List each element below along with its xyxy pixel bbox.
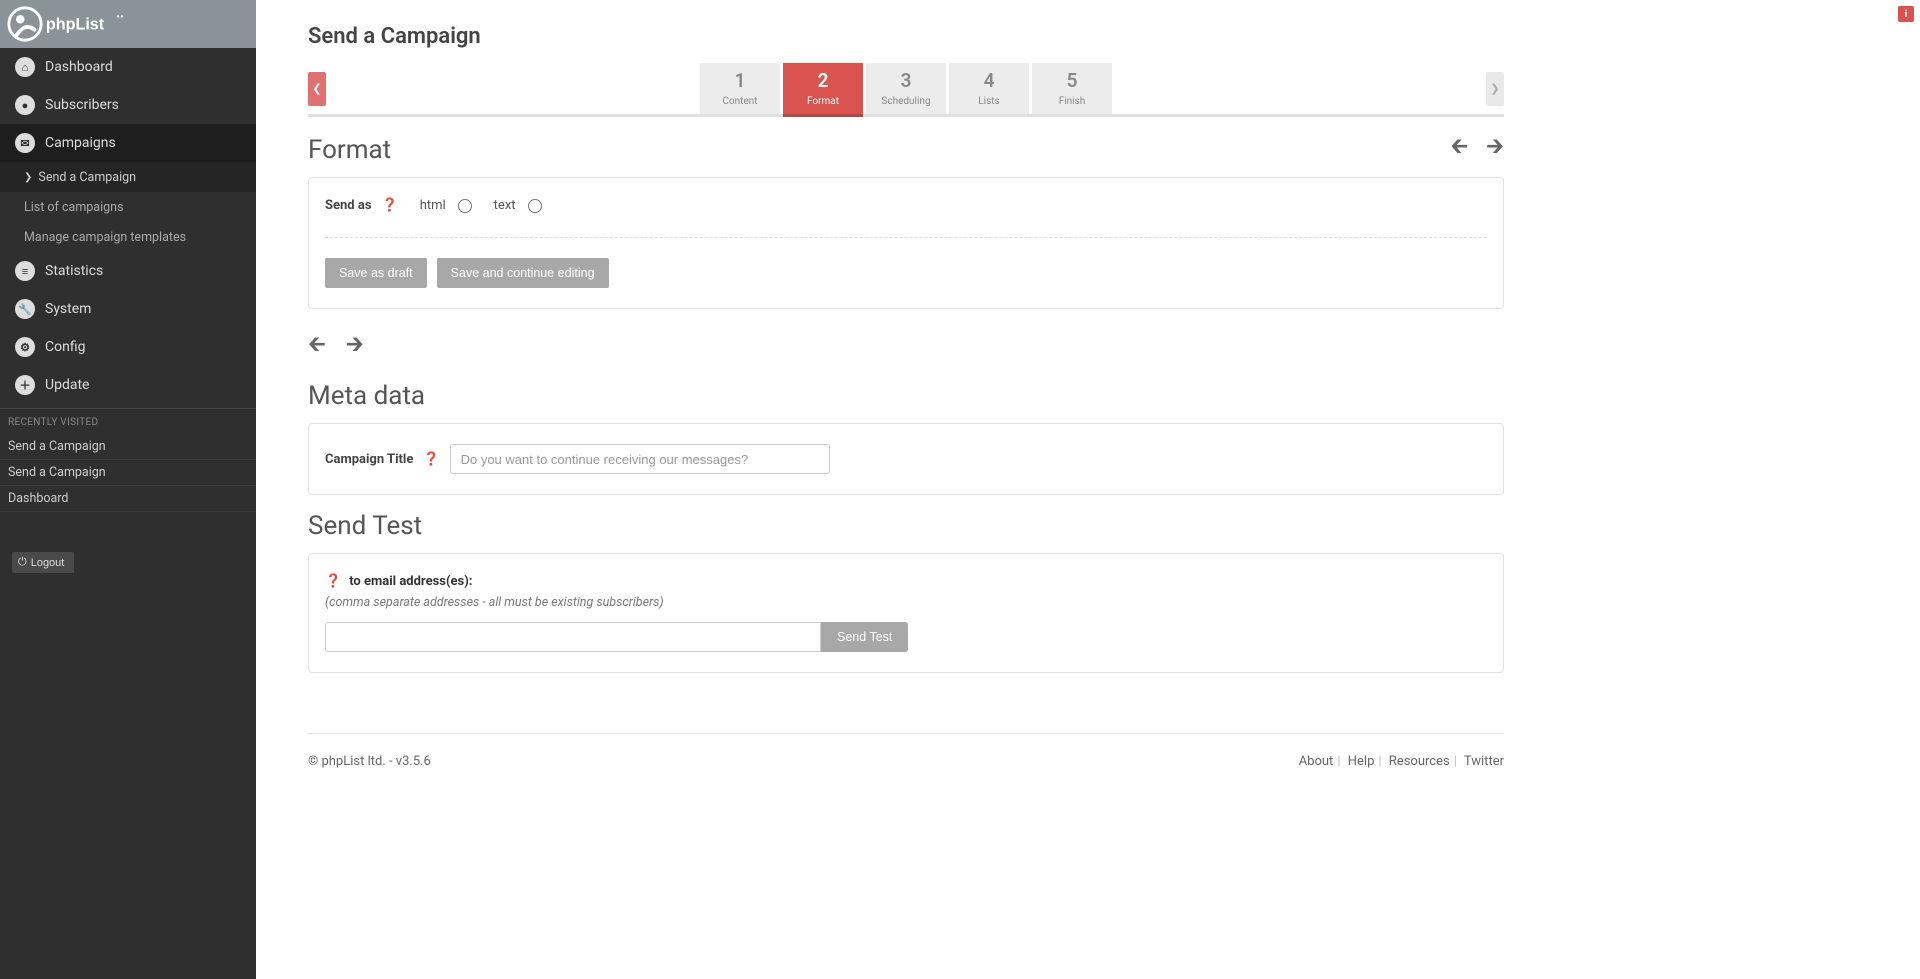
arrow-right-icon[interactable]: 🡲 — [346, 327, 364, 365]
help-icon[interactable]: ❓ — [325, 574, 341, 589]
recent-item[interactable]: Dashboard — [0, 486, 256, 512]
page-title: Send a Campaign — [308, 24, 1504, 49]
main-content: Send a Campaign ❮ 1 Content 2 Format 3 S… — [256, 0, 1536, 979]
arrow-left-icon[interactable]: 🡰 — [308, 327, 326, 365]
text-radio[interactable] — [528, 199, 542, 213]
sidebar-item-label: Dashboard — [45, 59, 113, 75]
recent-header: RECENTLY VISITED — [0, 408, 256, 434]
arrow-left-icon[interactable]: 🡰 — [1450, 129, 1468, 167]
steps-row: ❮ 1 Content 2 Format 3 Scheduling 4 List… — [308, 63, 1504, 117]
mail-icon: ✉ — [15, 133, 35, 153]
format-section-title: Format — [308, 135, 391, 165]
sidebar-item-system[interactable]: 🔧 System — [0, 290, 256, 328]
send-test-button[interactable]: Send Test — [821, 622, 908, 652]
sidebar-sub-send-campaign[interactable]: ❯ Send a Campaign — [0, 162, 256, 192]
sidebar-sub-manage-templates[interactable]: Manage campaign templates — [0, 222, 256, 252]
stats-icon: ≡ — [15, 261, 35, 281]
sidebar-item-label: System — [45, 301, 91, 317]
html-radio[interactable] — [458, 199, 472, 213]
campaign-title-input[interactable] — [450, 444, 830, 474]
help-icon[interactable]: ❓ — [382, 198, 398, 213]
test-email-input[interactable] — [325, 622, 821, 652]
chevron-right-icon: ❯ — [24, 172, 32, 183]
sidebar-item-label: Subscribers — [45, 97, 119, 113]
send-test-panel: ❓ to email address(es): (comma separate … — [308, 553, 1504, 673]
sidebar: phpList ⌂ Dashboard ● Subscribers ✉ Camp… — [0, 0, 256, 979]
recent-item[interactable]: Send a Campaign — [0, 434, 256, 460]
step-tab-scheduling[interactable]: 3 Scheduling — [866, 63, 946, 114]
footer-link-resources[interactable]: Resources — [1389, 754, 1450, 769]
plus-icon: ＋ — [15, 375, 35, 395]
meta-section-title: Meta data — [308, 381, 1504, 411]
step-tab-lists[interactable]: 4 Lists — [949, 63, 1029, 114]
power-icon: ⏻ — [18, 556, 27, 569]
recent-item[interactable]: Send a Campaign — [0, 460, 256, 486]
sidebar-item-subscribers[interactable]: ● Subscribers — [0, 86, 256, 124]
wrench-icon: 🔧 — [15, 299, 35, 319]
logout-button[interactable]: ⏻ Logout — [12, 552, 74, 573]
step-tab-format[interactable]: 2 Format — [783, 63, 863, 114]
footer-link-twitter[interactable]: Twitter — [1464, 754, 1504, 769]
footer-link-help[interactable]: Help — [1348, 754, 1375, 769]
sidebar-item-dashboard[interactable]: ⌂ Dashboard — [0, 48, 256, 86]
step-prev-button[interactable]: ❮ — [308, 72, 326, 106]
info-badge[interactable]: i — [1898, 6, 1914, 22]
inline-nav-arrows: 🡰 🡲 — [308, 327, 1504, 365]
help-icon[interactable]: ❓ — [423, 452, 439, 467]
footer-link-about[interactable]: About — [1299, 754, 1334, 769]
meta-panel: Campaign Title ❓ — [308, 423, 1504, 495]
footer-links: About| Help| Resources| Twitter — [1299, 754, 1504, 769]
sidebar-item-label: Config — [45, 339, 85, 355]
save-continue-button[interactable]: Save and continue editing — [437, 258, 609, 288]
sidebar-sub-label: Manage campaign templates — [24, 230, 186, 245]
test-note: (comma separate addresses - all must be … — [325, 595, 1487, 610]
send-test-section-title: Send Test — [308, 511, 1504, 541]
format-panel: Send as ❓ html text Save as draft Save a… — [308, 177, 1504, 309]
divider — [325, 237, 1487, 238]
sidebar-sub-label: Send a Campaign — [38, 170, 136, 185]
save-draft-button[interactable]: Save as draft — [325, 258, 427, 288]
test-email-label: to email address(es): — [349, 574, 472, 589]
sidebar-item-campaigns[interactable]: ✉ Campaigns — [0, 124, 256, 162]
logout-label: Logout — [31, 557, 65, 569]
send-as-label: Send as — [325, 198, 372, 213]
sidebar-item-config[interactable]: ⚙ Config — [0, 328, 256, 366]
sidebar-item-label: Statistics — [45, 263, 103, 279]
sidebar-item-label: Campaigns — [45, 135, 116, 151]
sidebar-item-update[interactable]: ＋ Update — [0, 366, 256, 404]
phplist-logo-icon: phpList — [6, 5, 139, 43]
logo-bar[interactable]: phpList — [0, 0, 256, 48]
campaign-title-label: Campaign Title — [325, 452, 413, 467]
gear-icon: ⚙ — [15, 337, 35, 357]
step-tab-finish[interactable]: 5 Finish — [1032, 63, 1112, 114]
arrow-right-icon[interactable]: 🡲 — [1486, 129, 1504, 167]
user-icon: ● — [15, 95, 35, 115]
section-nav-arrows: 🡰 🡲 — [1450, 129, 1504, 167]
sidebar-item-label: Update — [45, 377, 89, 393]
footer-copyright: © phpList ltd. - v3.5.6 — [308, 754, 431, 769]
text-option-label: text — [494, 198, 516, 213]
footer-phplist-link[interactable]: phpList ltd. — [321, 754, 385, 769]
html-option-label: html — [420, 198, 446, 213]
home-icon: ⌂ — [15, 57, 35, 77]
sidebar-sub-list-campaigns[interactable]: List of campaigns — [0, 192, 256, 222]
sidebar-item-statistics[interactable]: ≡ Statistics — [0, 252, 256, 290]
step-tab-content[interactable]: 1 Content — [700, 63, 780, 114]
sidebar-sub-label: List of campaigns — [24, 200, 124, 215]
footer: © phpList ltd. - v3.5.6 About| Help| Res… — [308, 733, 1504, 769]
step-next-button[interactable]: ❯ — [1486, 72, 1504, 106]
svg-text:phpList: phpList — [46, 16, 105, 34]
